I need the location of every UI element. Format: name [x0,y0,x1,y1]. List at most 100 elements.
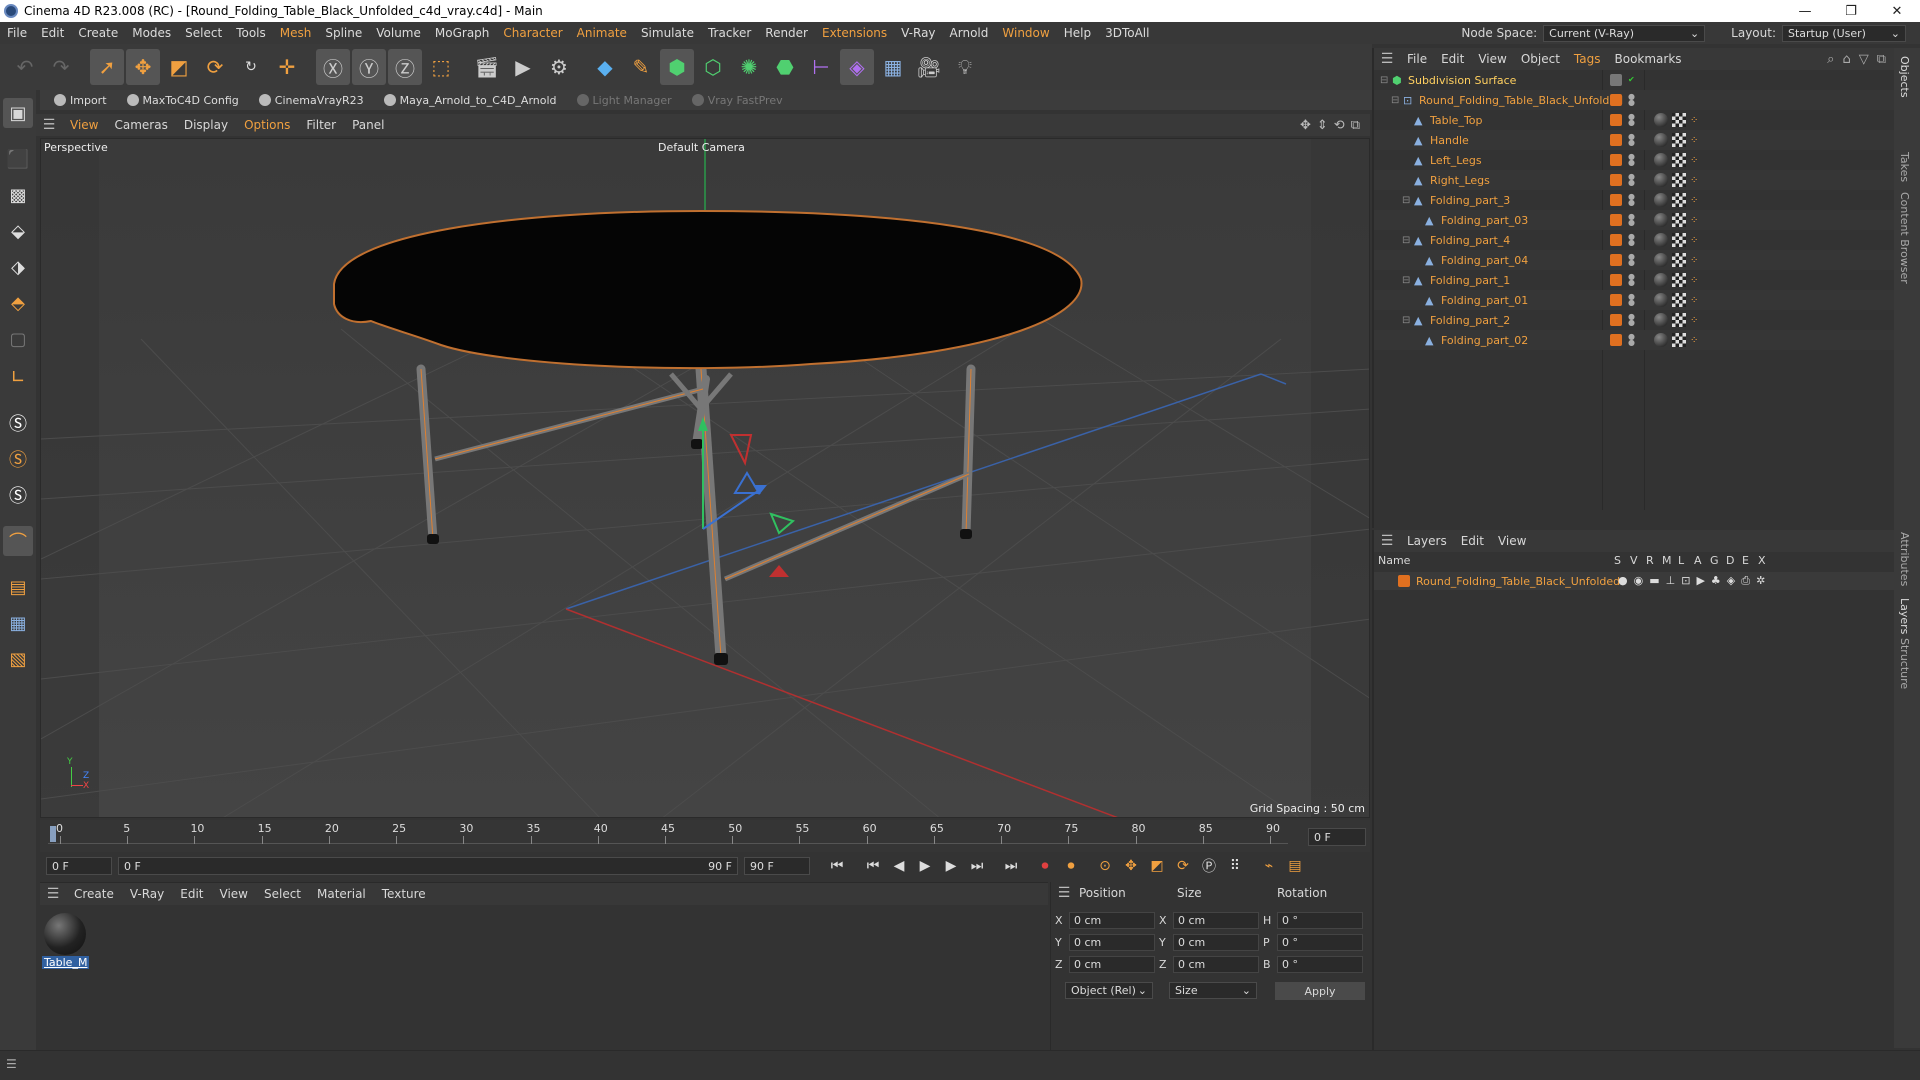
vp-menu-panel[interactable]: Panel [344,118,392,132]
vp-menu-display[interactable]: Display [176,118,236,132]
menu-help[interactable]: Help [1057,26,1098,40]
menu-animate[interactable]: Animate [570,26,634,40]
visibility-dots-icon[interactable]: ● ● [1628,133,1635,147]
object-row[interactable]: ▲ Folding_part_03 ● ● ⁘ [1374,210,1896,230]
previous-frame-icon[interactable]: ◀ [886,854,912,878]
position-z-field[interactable]: 0 cm [1069,956,1155,973]
visibility-dots-icon[interactable]: ● ● [1628,293,1635,307]
import-plugin[interactable]: Import [46,94,115,107]
maxtoc4d-plugin[interactable]: MaxToC4D Config [119,94,247,107]
layer-menu-view[interactable]: View [1491,534,1533,548]
material-tags-icon[interactable]: ⁘ [1654,173,1698,187]
orbit-view-icon[interactable]: ⟲ [1334,118,1345,133]
new-window-icon[interactable]: ⧉ [1877,52,1886,67]
layer-color-swatch[interactable] [1610,214,1622,226]
object-row[interactable]: ▲ Left_Legs ● ● ⁘ [1374,150,1896,170]
layer-row[interactable]: Round_Folding_Table_Black_Unfolded ● ◉ ▬… [1374,572,1894,590]
scale-tool-icon[interactable]: ◩ [162,49,196,85]
visibility-dots-icon[interactable]: ● ● [1628,173,1635,187]
layer-color-swatch[interactable] [1610,94,1622,106]
z-axis-lock-icon[interactable]: Ⓩ [388,49,422,85]
snap-3d-icon[interactable]: Ⓢ [3,480,33,510]
perspective-viewport[interactable]: Perspective Default Camera Grid Spacing … [40,138,1370,818]
generator-icon[interactable]: ♣ [1711,574,1721,588]
material-tags-icon[interactable]: ⁘ [1654,333,1698,347]
menu-window[interactable]: Window [995,26,1056,40]
uv-mode-icon[interactable]: ▢ [3,324,33,354]
obj-menu-edit[interactable]: Edit [1434,52,1471,66]
go-to-end-icon[interactable]: ⏭ [998,854,1024,878]
layer-color-swatch[interactable] [1610,314,1622,326]
go-to-start-icon[interactable]: ⏮ [824,854,850,878]
pen-spline-icon[interactable]: ✎ [624,49,658,85]
mat-menu-texture[interactable]: Texture [374,887,434,901]
hamburger-icon[interactable]: ☰ [36,117,62,133]
menu-create[interactable]: Create [71,26,125,40]
object-row[interactable]: ▲ Folding_part_02 ● ● ⁘ [1374,330,1896,350]
tab-attributes[interactable]: Attributes [1898,532,1911,586]
layer-menu-layers[interactable]: Layers [1400,534,1454,548]
menu-mograph[interactable]: MoGraph [428,26,497,40]
array-icon[interactable]: ⬡ [696,49,730,85]
timeline-window-icon[interactable]: ▤ [1282,854,1308,878]
material-tags-icon[interactable]: ⁘ [1654,233,1698,247]
material-tags-icon[interactable]: ⁘ [1654,273,1698,287]
tab-content-browser[interactable]: Content Browser [1898,192,1911,284]
texture-mode-icon[interactable]: ▩ [3,180,33,210]
material-tags-icon[interactable]: ⁘ [1654,193,1698,207]
menu-extensions[interactable]: Extensions [815,26,894,40]
vp-menu-cameras[interactable]: Cameras [106,118,175,132]
hamburger-icon[interactable]: ☰ [1051,885,1077,901]
render-view-icon[interactable]: 🎬︎ [470,49,504,85]
home-icon[interactable]: ⌂ [1842,52,1850,67]
y-axis-lock-icon[interactable]: Ⓨ [352,49,386,85]
point-level-icon[interactable]: ⠿ [1222,854,1248,878]
layer-color-swatch[interactable] [1610,254,1622,266]
manager-icon[interactable]: ⊥ [1666,574,1676,588]
snap-icon[interactable]: Ⓢ [3,408,33,438]
object-row[interactable]: ⊟ ⊡ Round_Folding_Table_Black_Unfolded ● ● [1374,90,1896,110]
visibility-dots-icon[interactable]: ✔ [1628,76,1635,84]
object-row[interactable]: ▲ Folding_part_04 ● ● ⁘ [1374,250,1896,270]
render-icon[interactable]: ▬ [1649,574,1659,588]
current-frame-field[interactable]: 0 F [1308,828,1366,846]
deformer-icon[interactable]: ⊢ [804,49,838,85]
keyframe-selection-icon[interactable]: ⊙ [1092,854,1118,878]
undo-icon[interactable]: ↶ [8,49,42,85]
subdivision-icon[interactable]: ⬢ [660,49,694,85]
visibility-dots-icon[interactable]: ● ● [1628,153,1635,167]
camera-icon[interactable]: 🎥︎ [912,49,946,85]
menu-modes[interactable]: Modes [125,26,178,40]
scale-key-icon[interactable]: ◩ [1144,854,1170,878]
cinemavray-plugin[interactable]: CinemaVrayR23 [251,94,372,107]
layer-color-swatch[interactable] [1610,114,1622,126]
volume-icon[interactable]: ⬣ [768,49,802,85]
menu-volume[interactable]: Volume [369,26,428,40]
size-y-field[interactable]: 0 cm [1173,934,1259,951]
render-settings-icon[interactable]: ⚙ [542,49,576,85]
search-icon[interactable]: ⌕ [1827,52,1834,67]
hamburger-icon[interactable]: ☰ [6,1057,17,1071]
mat-menu-select[interactable]: Select [256,887,309,901]
material-tags-icon[interactable]: ⁘ [1654,293,1698,307]
parameter-key-icon[interactable]: Ⓟ [1196,854,1222,878]
coordinate-system-icon[interactable]: ⬚ [424,49,458,85]
coord-mode-select[interactable]: Object (Rel) ⌄ [1065,982,1153,999]
menu-character[interactable]: Character [496,26,569,40]
hamburger-icon[interactable]: ☰ [1374,51,1400,67]
dolly-view-icon[interactable]: ⇕ [1317,118,1328,133]
menu-arnold[interactable]: Arnold [943,26,996,40]
render-picture-viewer-icon[interactable]: ▶ [506,49,540,85]
vray-fastprev-plugin[interactable]: Vray FastPrev [684,94,791,107]
object-row[interactable]: ⊟ ▲ Folding_part_2 ● ● ⁘ [1374,310,1896,330]
position-y-field[interactable]: 0 cm [1069,934,1155,951]
expand-icon[interactable]: ⊟ [1391,95,1399,106]
vp-menu-view[interactable]: View [62,118,106,132]
layer-color-swatch[interactable] [1610,194,1622,206]
obj-menu-object[interactable]: Object [1514,52,1567,66]
visibility-dots-icon[interactable]: ● ● [1628,253,1635,267]
obj-menu-bookmarks[interactable]: Bookmarks [1608,52,1689,66]
solo-icon[interactable]: ● [1618,574,1628,588]
mat-menu-view[interactable]: View [212,887,256,901]
rotation-b-field[interactable]: 0 ° [1277,956,1363,973]
